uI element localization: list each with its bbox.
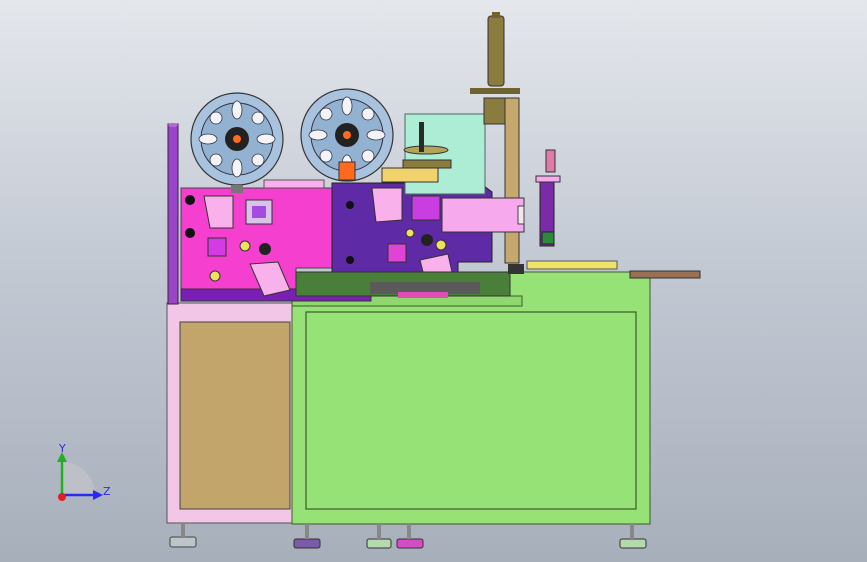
yellow-tray — [526, 260, 618, 270]
z-axis-arrow-icon — [93, 490, 103, 500]
cad-viewport[interactable]: Y Z — [0, 0, 867, 562]
feed-arm — [441, 197, 525, 233]
left-reel — [190, 92, 284, 193]
axis-triad-graphic — [57, 452, 103, 501]
right-shelf — [629, 270, 701, 279]
green-cabinet — [291, 271, 651, 525]
right-reel — [300, 88, 394, 182]
z-axis-label: Z — [103, 485, 111, 498]
right-actuator — [535, 149, 561, 247]
access-door — [179, 321, 291, 510]
y-axis-label: Y — [59, 442, 66, 455]
leveling-feet — [169, 524, 647, 549]
left-post — [167, 123, 179, 305]
machine-model — [166, 12, 701, 549]
axis-triad: Y Z — [45, 440, 120, 510]
origin-icon — [58, 493, 66, 501]
